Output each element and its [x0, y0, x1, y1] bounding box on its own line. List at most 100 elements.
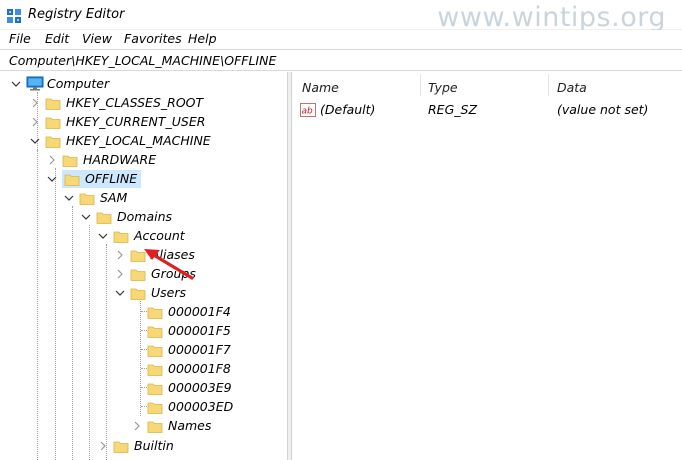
column-header-name[interactable]: Name — [302, 80, 339, 95]
tree-item-users[interactable]: Users — [114, 283, 186, 302]
chevron-down-icon[interactable] — [10, 78, 22, 90]
annotation-arrow-icon — [144, 249, 194, 280]
value-name: (Default) — [320, 102, 376, 117]
tree-item-label: Account — [134, 228, 185, 243]
folder-icon — [147, 399, 163, 415]
folder-icon — [113, 457, 129, 460]
tree-item-partial — [97, 455, 134, 460]
tree-item-label: HKEY_CLASSES_ROOT — [66, 95, 204, 110]
chevron-down-icon[interactable] — [80, 211, 92, 223]
tree-item-hkey-current-user[interactable]: HKEY_CURRENT_USER — [29, 112, 205, 131]
tree-item-label: Domains — [117, 209, 173, 224]
chevron-right-icon[interactable] — [46, 154, 58, 166]
folder-icon — [62, 152, 78, 168]
menu-file[interactable]: File — [9, 31, 31, 46]
folder-icon — [113, 438, 129, 454]
tree-item-label: Users — [151, 285, 187, 300]
value-data: (value not set) — [557, 102, 649, 117]
folder-icon — [147, 380, 163, 396]
window-title: Registry Editor — [28, 7, 125, 22]
tree-item-hkey-classes-root[interactable]: HKEY_CLASSES_ROOT — [29, 93, 203, 112]
tree-item-offline[interactable]: OFFLINE — [46, 169, 142, 188]
chevron-down-icon[interactable] — [114, 287, 126, 299]
chevron-down-icon[interactable] — [97, 230, 109, 242]
values-pane[interactable]: Name Type Data ab (Default) REG_SZ (valu… — [292, 72, 682, 460]
computer-icon — [26, 76, 44, 92]
title-bar: Registry Editor www.wintips.org — [0, 0, 682, 33]
chevron-down-icon[interactable] — [46, 173, 58, 185]
tree-item-hkey-local-machine[interactable]: HKEY_LOCAL_MACHINE — [29, 131, 211, 150]
column-header-data[interactable]: Data — [557, 80, 587, 95]
tree-item-000003ed[interactable]: 000003ED — [147, 397, 233, 416]
tree-item-label: Computer — [47, 76, 110, 91]
tree-item-domains[interactable]: Domains — [80, 207, 172, 226]
tree-item-builtin[interactable]: Builtin — [97, 436, 174, 455]
tree-item-label: 000001F4 — [168, 304, 231, 319]
folder-icon — [79, 190, 95, 206]
folder-icon — [96, 209, 112, 225]
folder-icon — [45, 133, 61, 149]
tree-item-label: 000001F7 — [168, 342, 231, 357]
tree-connector — [140, 301, 141, 416]
folder-icon — [147, 342, 163, 358]
svg-text:ab: ab — [302, 106, 314, 116]
tree-item-label: HARDWARE — [83, 152, 157, 167]
column-separator[interactable] — [548, 74, 549, 96]
value-row[interactable]: ab (Default) — [300, 102, 375, 117]
menu-edit[interactable]: Edit — [45, 31, 69, 46]
address-bar[interactable]: Computer\HKEY_LOCAL_MACHINE\OFFLINE — [0, 49, 682, 71]
tree-item-hardware[interactable]: HARDWARE — [46, 150, 156, 169]
tree-item-label: 000003E9 — [168, 380, 232, 395]
folder-icon — [147, 418, 163, 434]
tree-connector — [106, 244, 107, 460]
tree-item-label: 000003ED — [168, 399, 234, 414]
tree-item-label: SAM — [100, 190, 128, 205]
chevron-right-icon[interactable] — [29, 116, 41, 128]
tree-item-000003e9[interactable]: 000003E9 — [147, 378, 232, 397]
tree-item-label: Builtin — [134, 438, 174, 453]
tree-item-label: HKEY_LOCAL_MACHINE — [66, 133, 211, 148]
tree-item-account[interactable]: Account — [97, 226, 185, 245]
column-header-type[interactable]: Type — [428, 80, 458, 95]
registry-editor-icon — [6, 8, 22, 24]
tree-item-000001f4[interactable]: 000001F4 — [147, 302, 231, 321]
tree-item-000001f8[interactable]: 000001F8 — [147, 359, 231, 378]
chevron-right-icon[interactable] — [114, 249, 126, 261]
folder-icon — [45, 114, 61, 130]
tree-item-label: OFFLINE — [85, 171, 138, 186]
folder-icon — [130, 285, 146, 301]
chevron-down-icon[interactable] — [29, 135, 41, 147]
tree-item-names[interactable]: Names — [131, 416, 211, 435]
folder-open-icon — [64, 171, 80, 187]
tree-pane[interactable]: Computer HKEY_CLASSES_ROOT HKEY_CURRENT_… — [0, 72, 287, 460]
chevron-right-icon[interactable] — [131, 420, 143, 432]
column-separator[interactable] — [420, 74, 421, 96]
tree-connector — [72, 206, 73, 460]
tree-item-sam[interactable]: SAM — [63, 188, 127, 207]
chevron-right-icon[interactable] — [97, 440, 109, 452]
tree-item-label: Names — [168, 418, 212, 433]
string-value-icon: ab — [300, 102, 316, 117]
address-path[interactable]: Computer\HKEY_LOCAL_MACHINE\OFFLINE — [9, 53, 276, 68]
menu-help[interactable]: Help — [188, 31, 217, 46]
tree-item-000001f7[interactable]: 000001F7 — [147, 340, 231, 359]
value-type: REG_SZ — [428, 102, 478, 117]
tree-item-000001f5[interactable]: 000001F5 — [147, 321, 231, 340]
menu-favorites[interactable]: Favorites — [124, 31, 182, 46]
folder-icon — [147, 304, 163, 320]
chevron-down-icon[interactable] — [63, 192, 75, 204]
selection-highlight: OFFLINE — [62, 169, 142, 188]
folder-icon — [147, 323, 163, 339]
chevron-right-icon[interactable] — [29, 97, 41, 109]
folder-icon — [147, 361, 163, 377]
tree-item-label: HKEY_CURRENT_USER — [66, 114, 206, 129]
tree-connector — [37, 150, 38, 460]
menu-view[interactable]: View — [82, 31, 112, 46]
menu-bar: File Edit View Favorites Help — [0, 30, 682, 49]
tree-item-computer[interactable]: Computer — [10, 74, 109, 93]
chevron-right-icon[interactable] — [114, 268, 126, 280]
folder-icon — [45, 95, 61, 111]
folder-icon — [113, 228, 129, 244]
watermark: www.wintips.org — [437, 2, 666, 33]
tree-item-label: 000001F8 — [168, 361, 231, 376]
